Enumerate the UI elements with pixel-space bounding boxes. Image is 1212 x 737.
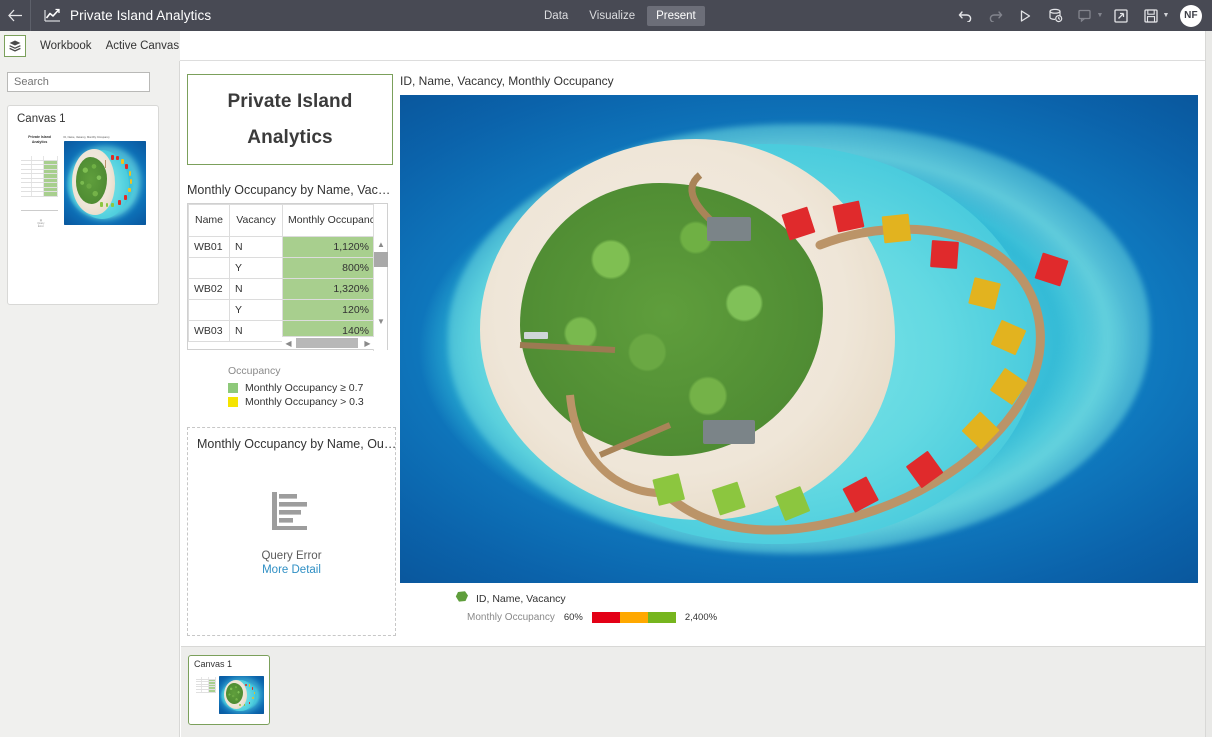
- legend-swatch-yellow: [228, 397, 238, 407]
- canvas-tab-preview: [194, 670, 266, 721]
- table-vertical-scrollbar[interactable]: ▲ ▼: [373, 204, 387, 351]
- map-legend: ID, Name, Vacancy Monthly Occupancy 60% …: [400, 590, 1198, 623]
- cell-occupancy: 120%: [283, 300, 375, 321]
- occupancy-legend: Occupancy Monthly Occupancy ≥ 0.7 Monthl…: [228, 365, 364, 410]
- map-caption: ID, Name, Vacancy, Monthly Occupancy: [400, 74, 1198, 88]
- canvas-surface: Private Island Analytics Monthly Occupan…: [181, 61, 1205, 646]
- cell-name: [189, 300, 230, 321]
- scroll-right-icon[interactable]: ▶: [361, 337, 374, 349]
- error-widget[interactable]: Monthly Occupancy by Name, Ou… Query Err…: [187, 427, 396, 636]
- occupancy-table: Name Vacancy Monthly Occupancy WB01 N 1,…: [188, 204, 375, 342]
- title-line-1: Private Island: [228, 84, 353, 119]
- canvas-thumbnail: Private Island Analytics ▤QueryError: [17, 132, 150, 237]
- polygon-icon: [455, 590, 469, 608]
- table-row[interactable]: WB02 N 1,320%: [189, 279, 375, 300]
- sub-toolbar-left: Workbook Active Canvas: [0, 31, 180, 61]
- table-row[interactable]: WB01 N 1,120%: [189, 237, 375, 258]
- map-legend-min: 60%: [564, 612, 583, 623]
- canvas-card-title: Canvas 1: [8, 106, 158, 125]
- column-header-monthly-occupancy[interactable]: Monthly Occupancy: [283, 205, 375, 237]
- legend-label: Monthly Occupancy > 0.3: [245, 396, 364, 408]
- cell-occupancy: 1,320%: [283, 279, 375, 300]
- top-toolbar-actions: ▼ ▼ NF: [950, 0, 1204, 31]
- map-legend-gradient-bar: [592, 612, 676, 623]
- mode-menu: Data Visualize Present: [535, 0, 705, 31]
- menu-item-visualize[interactable]: Visualize: [580, 6, 644, 26]
- refresh-data-icon[interactable]: [1040, 0, 1070, 31]
- search-input[interactable]: [7, 72, 150, 92]
- undo-icon[interactable]: [950, 0, 980, 31]
- scroll-down-icon[interactable]: ▼: [374, 314, 388, 328]
- comment-chevron-down-icon: ▼: [1094, 0, 1106, 31]
- canvas-tab-title: Canvas 1: [189, 656, 269, 669]
- title-widget[interactable]: Private Island Analytics: [187, 74, 393, 165]
- table-caption: Monthly Occupancy by Name, Vac…: [187, 183, 396, 197]
- legend-item[interactable]: Monthly Occupancy ≥ 0.7: [228, 382, 364, 394]
- cell-occupancy: 800%: [283, 258, 375, 279]
- cell-vacancy: N: [230, 279, 283, 300]
- chart-logo-icon: [43, 7, 61, 25]
- map-legend-measure-row: Monthly Occupancy 60% 2,400%: [455, 612, 1198, 623]
- redo-icon: [980, 0, 1010, 31]
- island-aerial-image[interactable]: [400, 95, 1198, 583]
- left-sidebar: Canvas 1 Private Island Analytics: [0, 61, 180, 737]
- legend-title: Occupancy: [228, 365, 364, 377]
- cell-name: [189, 258, 230, 279]
- canvas-card[interactable]: Canvas 1 Private Island Analytics: [7, 105, 159, 305]
- map-legend-series-row: ID, Name, Vacancy: [455, 590, 1198, 608]
- table-horizontal-scrollbar[interactable]: ◀ ▶: [282, 336, 374, 349]
- cell-vacancy: N: [230, 321, 283, 342]
- error-widget-caption: Monthly Occupancy by Name, Ou…: [188, 428, 395, 451]
- cell-name: WB03: [189, 321, 230, 342]
- toolbar-divider: [30, 0, 31, 31]
- menu-item-data[interactable]: Data: [535, 6, 577, 26]
- column-header-name[interactable]: Name: [189, 205, 230, 237]
- save-chevron-down-icon[interactable]: ▼: [1160, 0, 1172, 31]
- user-avatar[interactable]: NF: [1180, 5, 1202, 27]
- canvas-tab-thumbnail[interactable]: Canvas 1: [188, 655, 270, 725]
- right-rail: [1205, 31, 1212, 737]
- more-detail-link[interactable]: More Detail: [262, 564, 321, 576]
- back-arrow-icon[interactable]: [0, 0, 30, 31]
- export-icon[interactable]: [1106, 0, 1136, 31]
- bar-chart-icon: [269, 488, 315, 538]
- sub-toolbar: Workbook Active Canvas: [0, 31, 1212, 61]
- cell-occupancy: 1,120%: [283, 237, 375, 258]
- map-legend-measure-label: Monthly Occupancy: [467, 612, 555, 623]
- table-header-row: Name Vacancy Monthly Occupancy: [189, 205, 375, 237]
- table-row[interactable]: Y 800%: [189, 258, 375, 279]
- cell-vacancy: N: [230, 237, 283, 258]
- legend-swatch-green: [228, 383, 238, 393]
- error-widget-body: Query Error More Detail: [188, 488, 395, 576]
- tab-active-canvas[interactable]: Active Canvas: [106, 40, 180, 52]
- map-widget: ID, Name, Vacancy, Monthly Occupancy: [400, 74, 1198, 654]
- error-message: Query Error: [261, 550, 321, 562]
- legend-label: Monthly Occupancy ≥ 0.7: [245, 382, 363, 394]
- tab-workbook[interactable]: Workbook: [40, 40, 92, 52]
- table-frame: Name Vacancy Monthly Occupancy WB01 N 1,…: [187, 203, 388, 350]
- menu-item-present[interactable]: Present: [647, 6, 705, 26]
- title-line-2: Analytics: [247, 120, 332, 155]
- cell-name: WB02: [189, 279, 230, 300]
- horizontal-scroll-thumb[interactable]: [296, 338, 358, 348]
- scroll-left-icon[interactable]: ◀: [282, 337, 295, 349]
- layers-icon[interactable]: [4, 35, 26, 57]
- table-row[interactable]: Y 120%: [189, 300, 375, 321]
- vertical-scroll-thumb[interactable]: [374, 252, 388, 267]
- top-app-bar: Private Island Analytics Data Visualize …: [0, 0, 1212, 31]
- map-legend-max: 2,400%: [685, 612, 717, 623]
- map-legend-series-label: ID, Name, Vacancy: [476, 593, 566, 605]
- canvas-tab-strip: Canvas 1: [181, 646, 1205, 737]
- legend-item[interactable]: Monthly Occupancy > 0.3: [228, 396, 364, 408]
- play-icon[interactable]: [1010, 0, 1040, 31]
- table-widget: Monthly Occupancy by Name, Vac… Name Vac…: [187, 183, 396, 415]
- app-title: Private Island Analytics: [70, 8, 211, 23]
- cell-name: WB01: [189, 237, 230, 258]
- scroll-up-icon[interactable]: ▲: [374, 237, 388, 251]
- cell-vacancy: Y: [230, 300, 283, 321]
- cell-vacancy: Y: [230, 258, 283, 279]
- app-window: Private Island Analytics Data Visualize …: [0, 0, 1212, 737]
- column-header-vacancy[interactable]: Vacancy: [230, 205, 283, 237]
